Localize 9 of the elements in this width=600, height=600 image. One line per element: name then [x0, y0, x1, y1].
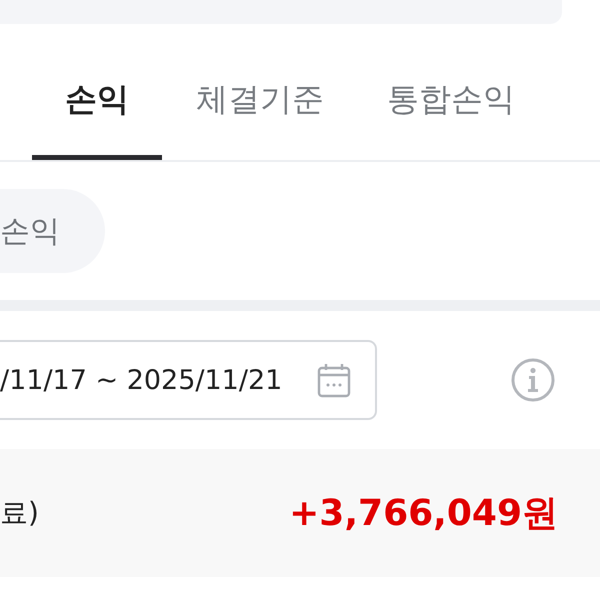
summary-label: 료) — [0, 495, 39, 531]
filter-chip[interactable]: 손익 — [0, 189, 105, 273]
tab[interactable]: 손익 — [32, 24, 162, 160]
date-range-field[interactable]: /11/17 ~ 2025/11/21 — [0, 340, 377, 420]
profit-amount: +3,766,049원 — [289, 492, 558, 536]
tab[interactable]: 통합손익 — [357, 24, 548, 160]
info-icon[interactable] — [511, 358, 555, 402]
calendar-icon[interactable] — [317, 362, 351, 398]
tab[interactable]: 체결기준 — [162, 24, 357, 160]
